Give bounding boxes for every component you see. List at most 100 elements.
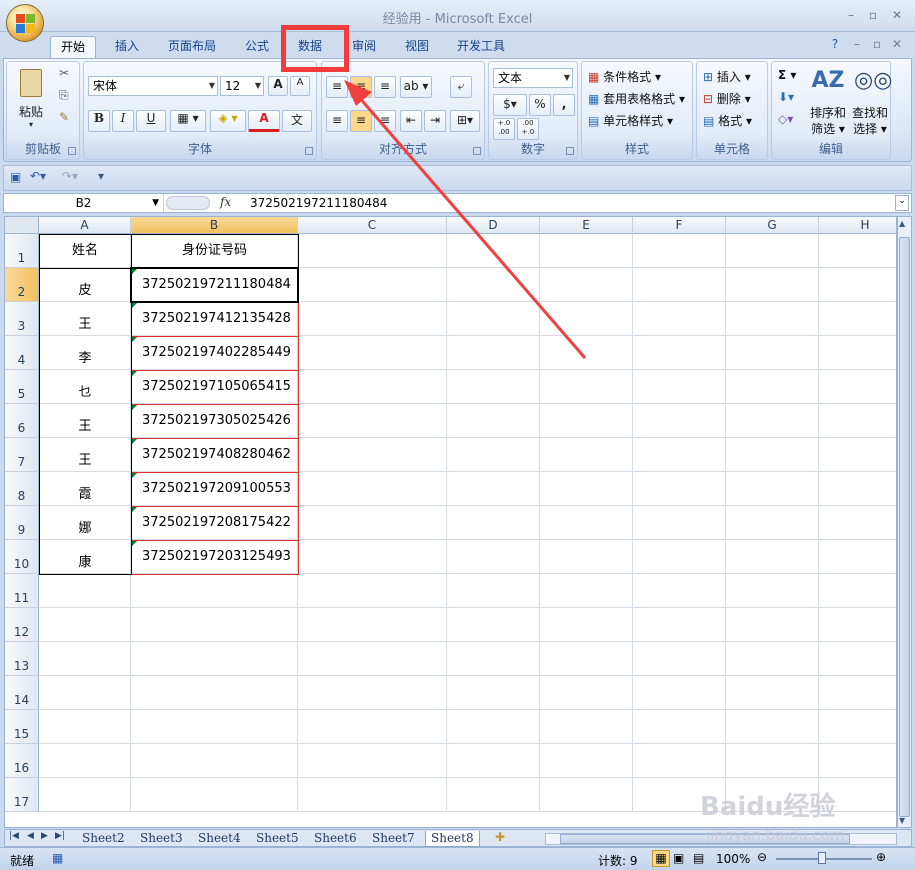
column-header[interactable]: F [633,217,726,234]
formula-input[interactable]: 372502197211180484 [250,196,387,210]
column-header[interactable]: H [819,217,896,234]
bold-button[interactable]: B [88,110,110,132]
sheet-tab-sheet2[interactable]: Sheet2 [77,831,130,847]
sheet-tab-sheet7[interactable]: Sheet7 [367,831,420,847]
expand-formula-icon[interactable]: ⌄ [895,195,909,211]
fill-color-button[interactable]: ◈ ▾ [210,110,246,132]
vertical-scrollbar[interactable]: ▲ ▼ [897,216,912,828]
save-icon[interactable]: ▣ [10,170,21,184]
select-all-corner[interactable] [5,217,39,234]
customize-qat-icon[interactable]: ▾ [98,169,104,183]
row-header[interactable]: 12 [5,608,39,642]
delete-cells-button[interactable]: ⊟ 删除 ▾ [703,90,751,107]
sheet-tab-sheet4[interactable]: Sheet4 [193,831,246,847]
doc-close-icon[interactable]: ✕ [888,37,906,53]
wrap-text-icon[interactable]: ⤶ [450,76,472,98]
conditional-format-button[interactable]: ▦ 条件格式 ▾ [588,68,661,85]
next-sheet-icon[interactable]: ▶ [41,831,48,841]
alignment-launcher-icon[interactable] [473,147,481,155]
redo-icon[interactable]: ↷▾ [62,169,78,183]
last-sheet-icon[interactable]: ▶| [55,831,65,841]
font-launcher-icon[interactable] [305,147,313,155]
align-top-icon[interactable]: ≡ [326,76,348,98]
italic-button[interactable]: I [112,110,134,132]
sort-filter-label-2[interactable]: 筛选 ▾ [808,120,848,137]
tab-view[interactable]: 视图 [395,36,439,58]
row-header[interactable]: 17 [5,778,39,812]
close-icon[interactable]: ✕ [888,8,906,24]
vertical-scroll-thumb[interactable] [899,237,910,817]
tab-insert[interactable]: 插入 [105,36,149,58]
page-layout-view-icon[interactable]: ▣ [673,851,684,865]
table-format-button[interactable]: ▦ 套用表格格式 ▾ [588,90,685,107]
row-header[interactable]: 11 [5,574,39,608]
find-select-label[interactable]: 查找和 [850,104,890,121]
cell-styles-button[interactable]: ▤ 单元格样式 ▾ [588,112,673,129]
autosum-button[interactable]: Σ ▾ [778,68,796,82]
page-break-view-icon[interactable]: ▤ [693,851,704,865]
row-header[interactable]: 14 [5,676,39,710]
format-painter-icon[interactable]: ✎ [59,110,69,124]
row-header[interactable]: 7 [5,438,39,472]
scroll-down-icon[interactable]: ▼ [899,816,905,825]
find-select-icon[interactable]: ◎◎ [854,68,892,93]
clear-icon[interactable]: ◇▾ [778,112,793,126]
currency-icon[interactable]: $▾ [493,94,527,116]
tab-formulas[interactable]: 公式 [235,36,279,58]
tab-home[interactable]: 开始 [50,36,97,58]
copy-icon[interactable]: ⎘ [59,88,69,103]
help-icon[interactable]: ? [826,37,844,53]
format-cells-button[interactable]: ▤ 格式 ▾ [703,112,752,129]
column-header[interactable]: B [131,217,298,234]
column-header[interactable]: A [39,217,131,234]
minimize-icon[interactable]: – [842,8,860,24]
align-middle-icon[interactable]: ≡ [350,76,372,98]
percent-button[interactable]: % [529,94,551,116]
tab-page-layout[interactable]: 页面布局 [158,36,226,58]
formula-resize-handle[interactable] [166,196,210,210]
undo-icon[interactable]: ↶▾ [30,169,46,183]
sort-filter-icon[interactable]: AZ [810,68,846,93]
number-format-combo[interactable]: 文本 ▼ [493,68,573,88]
comma-button[interactable]: , [553,94,575,116]
decrease-indent-icon[interactable]: ⇤ [400,110,422,132]
row-header[interactable]: 1 [5,234,39,268]
orientation-icon[interactable]: ab ▾ [400,76,432,98]
shrink-font-button[interactable]: A [290,76,310,96]
align-right-icon[interactable]: ≡ [374,110,396,132]
name-box[interactable]: B2 ▼ [4,194,164,212]
row-header[interactable]: 6 [5,404,39,438]
paste-button[interactable]: 粘贴 ▾ [13,66,49,132]
worksheet-grid[interactable]: A B C D E F G H 1 2 3 4 5 6 7 8 9 10 11 12 13 14 15 16 17 姓名 身份证号码… [4,216,897,828]
doc-restore-icon[interactable]: ▫ [868,37,886,53]
row-header[interactable]: 16 [5,744,39,778]
grow-font-button[interactable]: A [268,76,288,96]
row-header[interactable]: 9 [5,506,39,540]
merge-center-icon[interactable]: ⊞▾ [450,110,480,132]
first-sheet-icon[interactable]: |◀ [9,831,19,841]
row-header[interactable]: 15 [5,710,39,744]
insert-cells-button[interactable]: ⊞ 插入 ▾ [703,68,751,85]
restore-icon[interactable]: ▫ [864,8,882,24]
row-header[interactable]: 13 [5,642,39,676]
sheet-tab-sheet5[interactable]: Sheet5 [251,831,304,847]
doc-minimize-icon[interactable]: – [848,37,866,53]
macro-record-icon[interactable]: ▦ [52,851,63,865]
sheet-tab-sheet3[interactable]: Sheet3 [135,831,188,847]
border-button[interactable]: ▦ ▾ [170,110,206,132]
font-size-combo[interactable]: 12 ▼ [220,76,264,96]
align-bottom-icon[interactable]: ≡ [374,76,396,98]
office-button[interactable] [6,4,44,42]
decrease-decimal-button[interactable]: .00 +.0 [517,118,539,140]
underline-button[interactable]: U [136,110,166,132]
row-header[interactable]: 8 [5,472,39,506]
fx-icon[interactable]: fx [220,195,231,209]
phonetic-button[interactable]: 文 [282,110,312,132]
row-header[interactable]: 10 [5,540,39,574]
zoom-level[interactable]: 100% [716,852,750,866]
sort-filter-label[interactable]: 排序和 [808,104,848,121]
column-header[interactable]: G [726,217,819,234]
increase-indent-icon[interactable]: ⇥ [424,110,446,132]
find-select-label-2[interactable]: 选择 ▾ [850,120,890,137]
prev-sheet-icon[interactable]: ◀ [27,831,34,841]
